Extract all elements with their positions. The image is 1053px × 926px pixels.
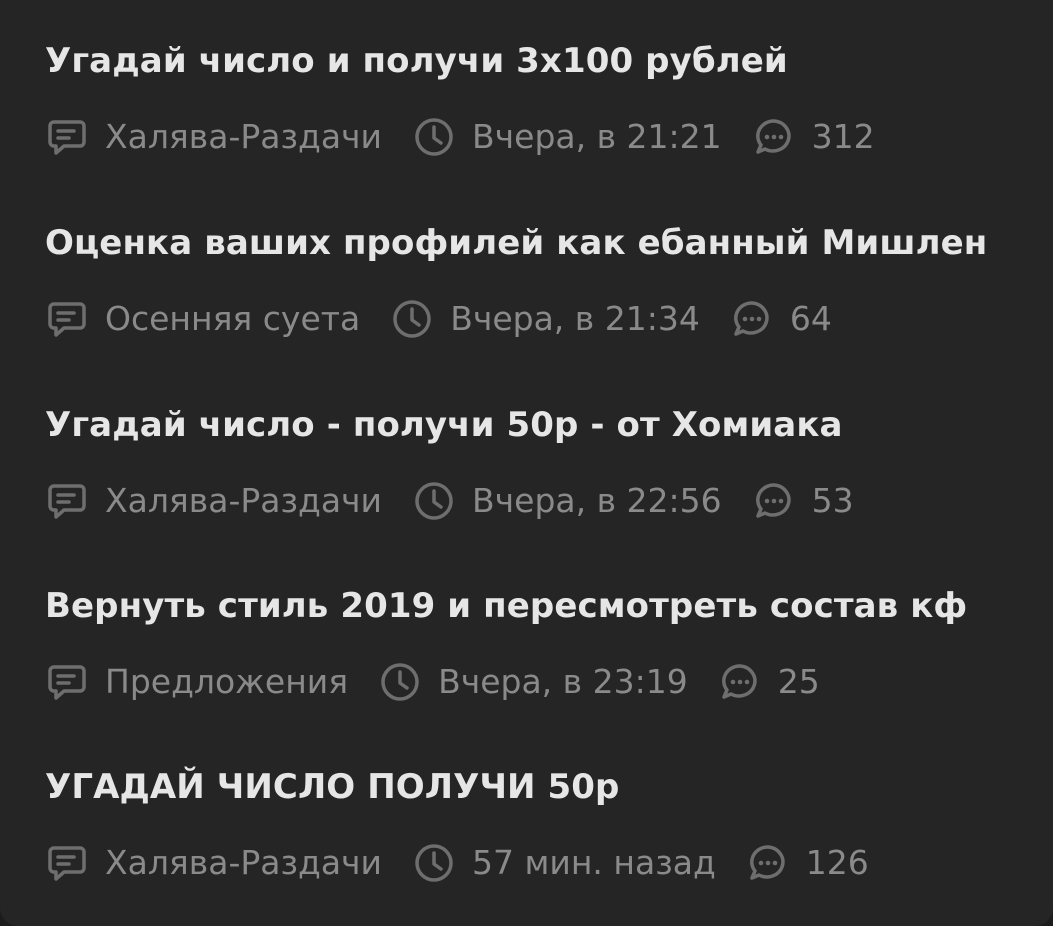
comment-bubble-icon: [718, 660, 762, 704]
thread-item[interactable]: Вернуть стиль 2019 и пересмотреть состав…: [45, 585, 1035, 701]
thread-reply-count: 64: [789, 299, 832, 338]
thread-forum-link[interactable]: Халява-Раздачи: [105, 115, 382, 159]
thread-time: Вчера, в 22:56: [472, 481, 722, 520]
forum-message-icon: [45, 115, 89, 159]
thread-reply-count: 126: [805, 843, 869, 882]
thread-reply-count: 53: [811, 481, 854, 520]
thread-forum-link[interactable]: Халява-Раздачи: [105, 841, 382, 885]
thread-time: Вчера, в 21:21: [472, 117, 722, 156]
thread-forum-link[interactable]: Халява-Раздачи: [105, 479, 382, 523]
thread-reply-count: 312: [811, 117, 875, 156]
clock-icon: [390, 297, 434, 341]
comment-bubble-icon: [752, 115, 796, 159]
thread-time: 57 мин. назад: [472, 843, 716, 882]
thread-reply-count: 25: [777, 662, 820, 701]
clock-icon: [378, 660, 422, 704]
thread-item[interactable]: Угадай число и получи 3х100 рублей Халяв…: [45, 40, 1035, 156]
thread-item[interactable]: Угадай число - получи 50р - от Хомиака Х…: [45, 404, 1035, 520]
thread-meta: Халява-Раздачи Вчера, в 22:56 53: [45, 479, 854, 523]
comment-bubble-icon: [746, 841, 790, 885]
forum-message-icon: [45, 479, 89, 523]
comment-bubble-icon: [730, 297, 774, 341]
thread-title[interactable]: УГАДАЙ ЧИСЛО ПОЛУЧИ 50р: [45, 766, 1035, 808]
thread-meta: Халява-Раздачи Вчера, в 21:21 312: [45, 115, 875, 159]
thread-title[interactable]: Оценка ваших профилей как ебанный Мишлен: [45, 222, 1035, 264]
clock-icon: [412, 115, 456, 159]
thread-item[interactable]: Оценка ваших профилей как ебанный Мишлен…: [45, 222, 1035, 338]
thread-title[interactable]: Угадай число - получи 50р - от Хомиака: [45, 404, 1035, 446]
thread-forum-link[interactable]: Предложения: [105, 660, 348, 704]
comment-bubble-icon: [752, 479, 796, 523]
thread-time: Вчера, в 21:34: [450, 299, 700, 338]
forum-message-icon: [45, 660, 89, 704]
thread-title[interactable]: Угадай число и получи 3х100 рублей: [45, 40, 1035, 82]
forum-message-icon: [45, 297, 89, 341]
clock-icon: [412, 841, 456, 885]
forum-message-icon: [45, 841, 89, 885]
thread-item[interactable]: УГАДАЙ ЧИСЛО ПОЛУЧИ 50р Халява-Раздачи 5…: [45, 766, 1035, 882]
thread-meta: Халява-Раздачи 57 мин. назад 126: [45, 841, 869, 885]
thread-meta: Предложения Вчера, в 23:19 25: [45, 660, 820, 704]
thread-meta: Осенняя суета Вчера, в 21:34 64: [45, 297, 832, 341]
thread-forum-link[interactable]: Осенняя суета: [105, 297, 360, 341]
clock-icon: [412, 479, 456, 523]
thread-time: Вчера, в 23:19: [438, 662, 688, 701]
thread-list-panel: Угадай число и получи 3х100 рублей Халяв…: [0, 0, 1053, 926]
thread-title[interactable]: Вернуть стиль 2019 и пересмотреть состав…: [45, 585, 1035, 627]
